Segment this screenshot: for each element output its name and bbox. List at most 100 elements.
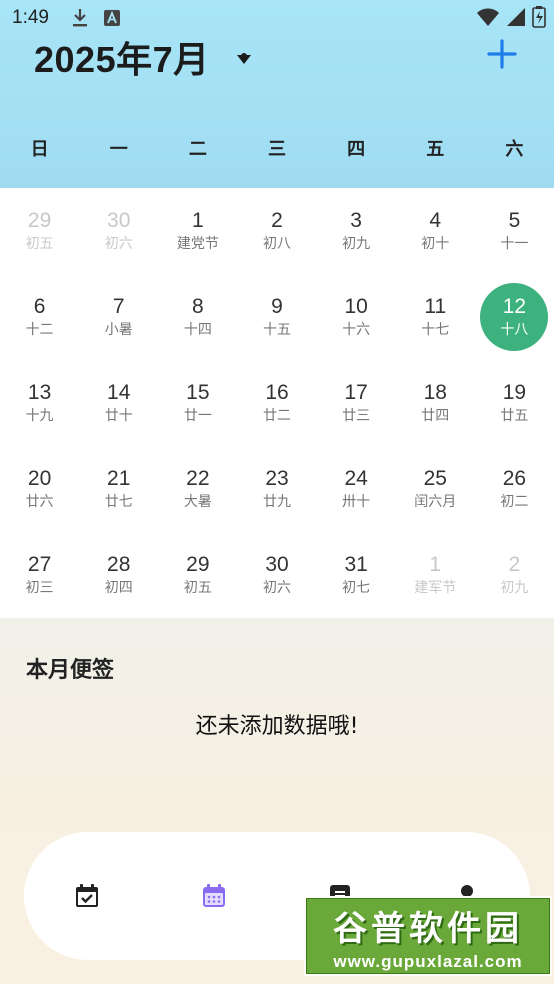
day-number: 4: [429, 209, 442, 232]
calendar-day[interactable]: 22 大暑: [158, 446, 237, 532]
add-button[interactable]: [486, 38, 518, 70]
calendar-day-selected[interactable]: 12 十八: [475, 274, 554, 360]
lunar-date: 廿五: [500, 408, 529, 424]
lunar-date: 卅十: [342, 494, 371, 510]
calendar-day[interactable]: 1 建党节: [158, 188, 237, 274]
weekday-label: 二: [188, 139, 207, 160]
weekday-label: 四: [347, 139, 366, 160]
calendar-day[interactable]: 5 十一: [475, 188, 554, 274]
day-number: 1: [192, 209, 204, 232]
calendar-day[interactable]: 31 初七: [317, 532, 396, 618]
lunar-date: 十二: [25, 322, 54, 338]
day-number: 20: [27, 467, 52, 490]
month-selector[interactable]: 2025年7月: [34, 32, 252, 82]
calendar-day[interactable]: 20 廿六: [0, 446, 79, 532]
header-area: 1:49 2025年7月 日 一 二 三 四 五 六: [0, 0, 554, 188]
day-number: 13: [27, 381, 52, 404]
calendar-day[interactable]: 21 廿七: [79, 446, 158, 532]
calendar-day[interactable]: 16 廿二: [237, 360, 316, 446]
lunar-date: 初七: [342, 580, 371, 596]
calendar-week-row: 6 十二 7 小暑 8 十四 9 十五 10 十六 11 十七 12 十八: [0, 274, 554, 360]
lunar-date: 十四: [183, 322, 212, 338]
day-number: 28: [107, 553, 131, 576]
calendar-day[interactable]: 14 廿十: [79, 360, 158, 446]
day-number: 16: [265, 381, 289, 404]
lunar-date: 十一: [500, 236, 529, 252]
battery-icon: [532, 6, 546, 34]
lunar-date: 建军节: [414, 580, 457, 596]
calendar-week-row: 20 廿六 21 廿七 22 大暑 23 廿九 24 卅十 25 闰六月 26 初二: [0, 446, 554, 532]
lunar-date: 初六: [104, 236, 133, 252]
calendar-day[interactable]: 18 廿四: [396, 360, 475, 446]
calendar-grid-icon: [202, 884, 225, 907]
calendar-day[interactable]: 29 初五: [158, 532, 237, 618]
lunar-date: 初二: [500, 494, 529, 510]
calendar-day[interactable]: 26 初二: [475, 446, 554, 532]
day-number: 3: [350, 209, 362, 232]
text-a-icon: [103, 9, 121, 27]
lunar-date: 廿六: [25, 494, 54, 510]
nav-item-schedule[interactable]: [24, 832, 151, 960]
calendar-day[interactable]: 23 廿九: [237, 446, 316, 532]
calendar-day[interactable]: 24 卅十: [317, 446, 396, 532]
day-number: 18: [423, 381, 447, 404]
weekday-header: 日 一 二 三 四 五 六: [0, 130, 554, 170]
calendar-day[interactable]: 6 十二: [0, 274, 79, 360]
lunar-date: 十六: [342, 322, 371, 338]
day-number: 9: [271, 295, 283, 318]
weekday-label: 一: [109, 139, 128, 160]
calendar-day[interactable]: 17 廿三: [317, 360, 396, 446]
calendar-day[interactable]: 9 十五: [237, 274, 316, 360]
calendar-day[interactable]: 3 初九: [317, 188, 396, 274]
calendar-day[interactable]: 28 初四: [79, 532, 158, 618]
day-number: 15: [186, 381, 210, 404]
watermark-url: www.gupuxlazal.com: [333, 951, 523, 971]
calendar-day[interactable]: 11 十七: [396, 274, 475, 360]
day-number: 21: [107, 467, 131, 490]
lunar-date: 十七: [421, 322, 450, 338]
lunar-date: 廿九: [262, 494, 291, 510]
day-number: 30: [265, 553, 289, 576]
day-number: 12: [502, 295, 527, 318]
calendar-day[interactable]: 30 初六: [79, 188, 158, 274]
calendar-day[interactable]: 25 闰六月: [396, 446, 475, 532]
empty-message: 还未添加数据哦!: [195, 714, 359, 739]
day-number: 10: [344, 295, 368, 318]
month-title: 2025年7月: [34, 39, 210, 80]
day-number: 2: [271, 209, 283, 232]
lunar-date: 初八: [262, 236, 291, 252]
calendar-day[interactable]: 7 小暑: [79, 274, 158, 360]
calendar-day[interactable]: 29 初五: [0, 188, 79, 274]
lunar-date: 初六: [262, 580, 291, 596]
lunar-date: 初五: [25, 236, 54, 252]
calendar-day[interactable]: 2 初九: [475, 532, 554, 618]
day-number: 11: [424, 295, 447, 318]
calendar-day[interactable]: 27 初三: [0, 532, 79, 618]
calendar-day[interactable]: 2 初八: [237, 188, 316, 274]
day-number: 24: [344, 467, 368, 490]
watermark-logo: 谷普软件园 www.gupuxlazal.com: [304, 896, 552, 976]
weekday-label: 五: [426, 139, 445, 160]
dropdown-caret-icon[interactable]: [236, 53, 252, 65]
calendar-day[interactable]: 1 建军节: [396, 532, 475, 618]
nav-item-calendar[interactable]: [151, 832, 278, 960]
day-number: 26: [502, 467, 527, 490]
day-number: 19: [502, 381, 527, 404]
day-number: 29: [186, 553, 210, 576]
calendar-day[interactable]: 19 廿五: [475, 360, 554, 446]
weekday-label: 日: [30, 139, 49, 160]
calendar-day[interactable]: 4 初十: [396, 188, 475, 274]
lunar-date: 廿三: [342, 408, 371, 424]
lunar-date: 十五: [262, 322, 291, 338]
calendar-day[interactable]: 13 十九: [0, 360, 79, 446]
lunar-date: 小暑: [104, 322, 133, 338]
calendar-day[interactable]: 10 十六: [317, 274, 396, 360]
calendar-day[interactable]: 30 初六: [237, 532, 316, 618]
day-number: 2: [508, 553, 521, 576]
calendar-day[interactable]: 8 十四: [158, 274, 237, 360]
wifi-icon: [476, 7, 500, 33]
day-number: 31: [344, 553, 368, 576]
day-number: 7: [112, 295, 125, 318]
lunar-date: 初三: [25, 580, 54, 596]
calendar-day[interactable]: 15 廿一: [158, 360, 237, 446]
